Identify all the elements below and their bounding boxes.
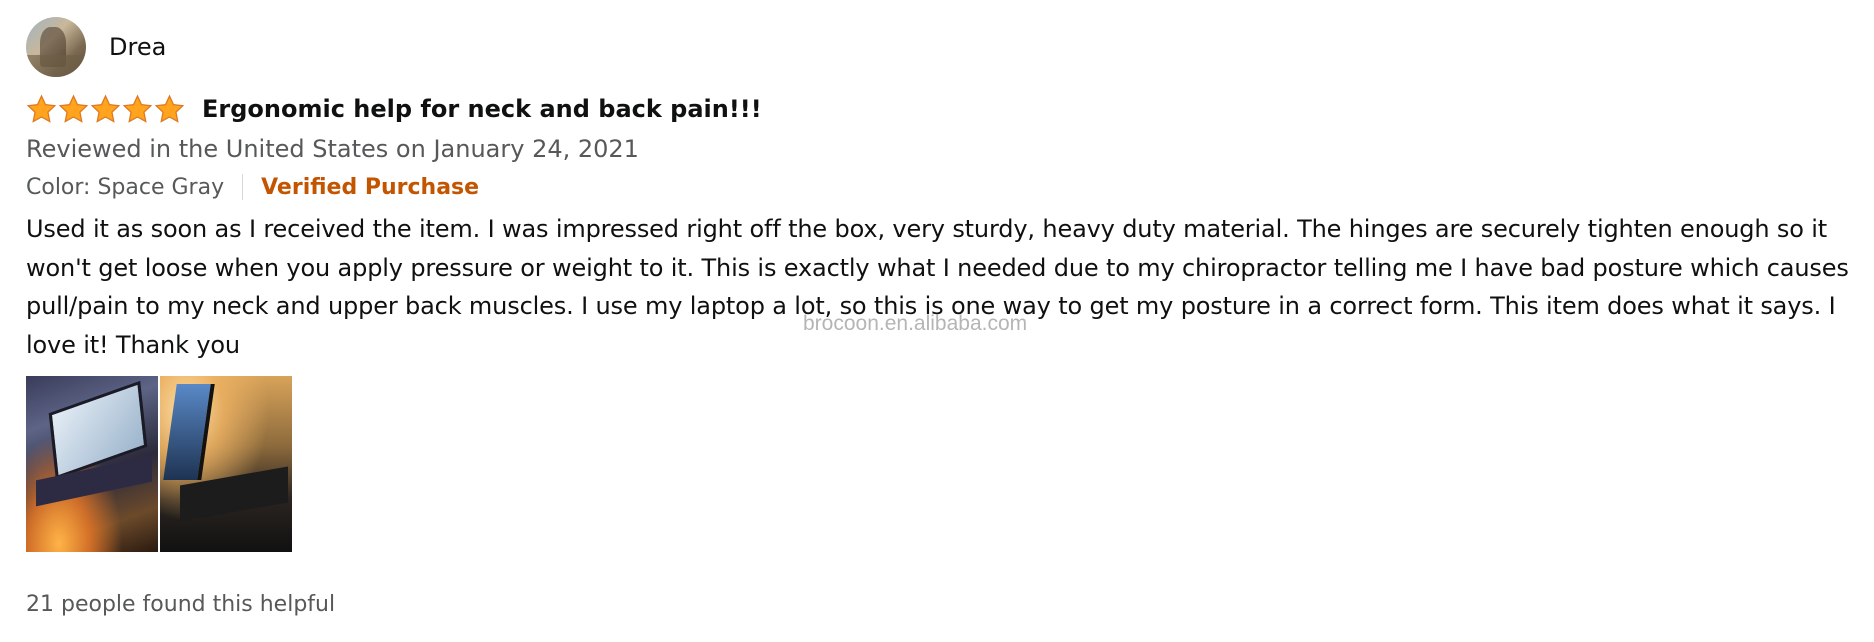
review-date: Reviewed in the United States on January… bbox=[26, 135, 639, 163]
star-icon bbox=[90, 94, 121, 125]
avatar[interactable] bbox=[26, 17, 86, 77]
review-meta: Color: Space Gray Verified Purchase bbox=[26, 170, 1862, 204]
review-title-row: Ergonomic help for neck and back pain!!! bbox=[26, 92, 1862, 126]
star-icon bbox=[26, 94, 57, 125]
star-icon bbox=[58, 94, 89, 125]
reviewer-name[interactable]: Drea bbox=[109, 33, 166, 61]
review-title[interactable]: Ergonomic help for neck and back pain!!! bbox=[202, 95, 762, 123]
star-icon bbox=[122, 94, 153, 125]
variant-label[interactable]: Color: Space Gray bbox=[26, 175, 224, 200]
laptop-screen-shape bbox=[163, 384, 215, 480]
review-image-2[interactable] bbox=[160, 376, 292, 552]
reviewer-profile[interactable]: Drea bbox=[26, 16, 1862, 78]
star-rating[interactable] bbox=[26, 94, 185, 125]
review-image-1[interactable] bbox=[26, 376, 158, 552]
review-body: Used it as soon as I received the item. … bbox=[26, 215, 1849, 359]
review-images bbox=[26, 376, 1862, 552]
star-icon bbox=[154, 94, 185, 125]
helpful-count: 21 people found this helpful bbox=[26, 592, 336, 617]
review-card: Drea Ergonomic help for neck and back pa… bbox=[26, 16, 1862, 617]
divider bbox=[242, 174, 244, 200]
verified-purchase-badge: Verified Purchase bbox=[261, 174, 480, 200]
